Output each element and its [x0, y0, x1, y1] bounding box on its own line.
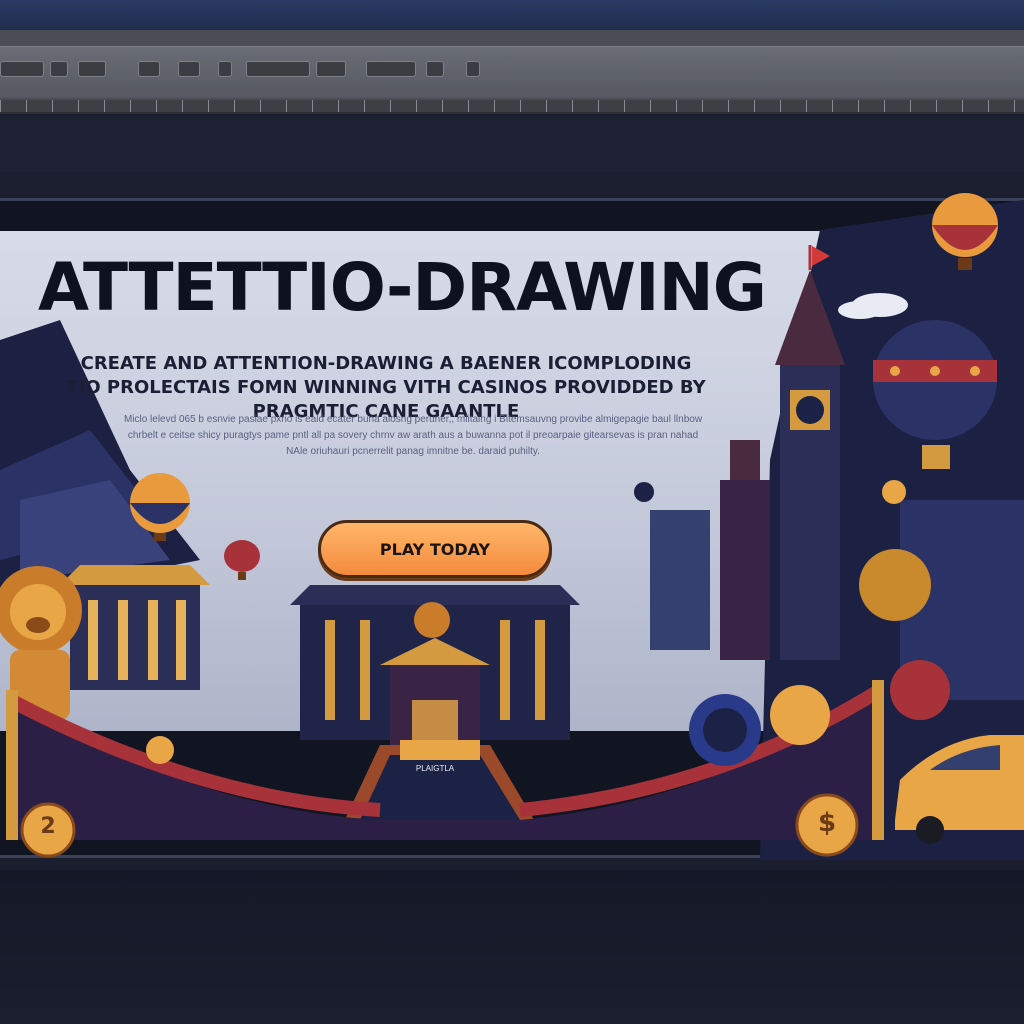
hot-air-balloon-small-icon: [224, 540, 260, 580]
central-palace: [290, 585, 580, 750]
stage-sign: PLAIGTLA: [415, 764, 455, 773]
canvas-bottom-margin: [0, 870, 1024, 1024]
play-today-button[interactable]: PLAY TODAY: [318, 520, 552, 578]
rope-post-left: [6, 690, 18, 840]
right-coin-label: $: [817, 808, 837, 838]
left-temple-roof: [60, 565, 210, 585]
left-coin-label: 2: [40, 814, 56, 839]
coin-icon-2: [882, 480, 906, 504]
right-building-1: [650, 510, 710, 650]
banner-body-copy: Miclo lelevd 065 b esnvie pasiae pxrio i…: [123, 414, 703, 457]
casino-chip-gold: [770, 685, 830, 745]
coin-icon: [146, 736, 174, 764]
casino-chip-red: [890, 660, 950, 720]
right-building-2: [720, 480, 770, 660]
banner-headline: ATTETTIO-DRAWING: [38, 249, 767, 326]
dice-icon: [634, 482, 654, 502]
rope-post-right: [872, 680, 884, 840]
roulette-wheel: [859, 549, 931, 621]
